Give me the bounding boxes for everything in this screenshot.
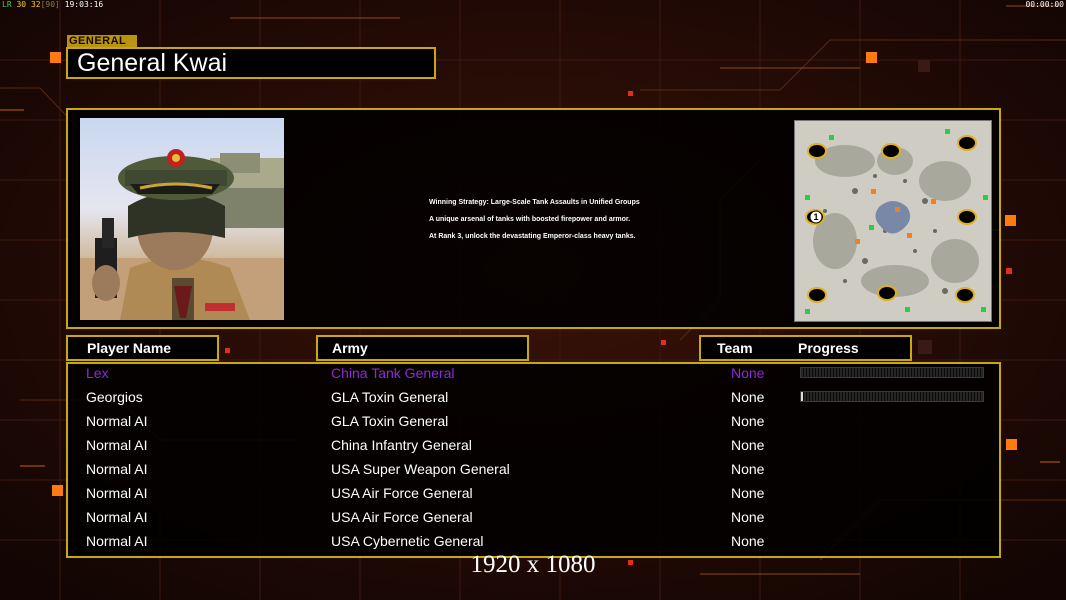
header-team-progress: Team Progress: [699, 335, 912, 361]
player-row[interactable]: Normal AI USA Air Force General None: [0, 505, 1066, 529]
player-team: None: [731, 389, 765, 405]
strategy-line: Winning Strategy: Large-Scale Tank Assau…: [429, 199, 640, 206]
player-name: Lex: [86, 365, 109, 381]
fps-counter: LR 30 32[90] 19:03:16: [2, 0, 103, 9]
header-army: Army: [316, 335, 529, 361]
player-army: USA Air Force General: [331, 485, 473, 501]
header-progress: Progress: [798, 340, 859, 356]
player-team: None: [731, 461, 765, 477]
player-team: None: [731, 533, 765, 549]
player-name: Normal AI: [86, 437, 148, 453]
player-army: GLA Toxin General: [331, 389, 449, 405]
fps-label: LR: [2, 0, 12, 9]
player-name: Normal AI: [86, 485, 148, 501]
start-position-marker[interactable]: 1: [811, 211, 821, 223]
player-army: USA Air Force General: [331, 509, 473, 525]
player-name: Normal AI: [86, 509, 148, 525]
frame-cap: [90]: [40, 0, 60, 9]
player-row[interactable]: Normal AI USA Cybernetic General None: [0, 529, 1066, 553]
header-player-name: Player Name: [66, 335, 219, 361]
progress-fill: [801, 392, 803, 401]
player-name: Georgios: [86, 389, 143, 405]
header-team: Team: [717, 340, 753, 356]
minimap-image: [795, 121, 991, 321]
player-row[interactable]: Normal AI USA Air Force General None: [0, 481, 1066, 505]
player-row[interactable]: Lex China Tank General None: [0, 361, 1066, 385]
player-team: None: [731, 485, 765, 501]
player-row[interactable]: Normal AI USA Super Weapon General None: [0, 457, 1066, 481]
frame-value: 32: [30, 0, 41, 9]
player-name: Normal AI: [86, 461, 148, 477]
fps-value: 30: [16, 0, 27, 9]
strategy-line: A unique arsenal of tanks with boosted f…: [429, 216, 631, 223]
resolution-label: 1920 x 1080: [470, 551, 596, 578]
general-name-title: General Kwai: [66, 47, 436, 79]
strategy-text: Winning Strategy: Large-Scale Tank Assau…: [429, 198, 759, 249]
game-timer: 00:00:00: [1025, 0, 1064, 9]
player-army: USA Cybernetic General: [331, 533, 484, 549]
clock-text: 19:03:16: [64, 0, 104, 9]
player-name: Normal AI: [86, 413, 148, 429]
map-preview[interactable]: 1: [794, 120, 992, 322]
player-team: None: [731, 365, 765, 381]
general-label: GENERAL: [67, 35, 137, 47]
player-army: USA Super Weapon General: [331, 461, 510, 477]
loading-progress-bar: [800, 367, 984, 378]
player-row[interactable]: Normal AI China Infantry General None: [0, 433, 1066, 457]
player-team: None: [731, 437, 765, 453]
player-team: None: [731, 509, 765, 525]
portrait-image: [80, 149, 284, 320]
strategy-line: At Rank 3, unlock the devastating Empero…: [429, 233, 636, 240]
player-row[interactable]: Georgios GLA Toxin General None: [0, 385, 1066, 409]
player-name: Normal AI: [86, 533, 148, 549]
player-row[interactable]: Normal AI GLA Toxin General None: [0, 409, 1066, 433]
player-team: None: [731, 413, 765, 429]
player-army: China Tank General: [331, 365, 455, 381]
loading-progress-bar: [800, 391, 984, 402]
player-army: China Infantry General: [331, 437, 472, 453]
player-army: GLA Toxin General: [331, 413, 449, 429]
general-portrait: [80, 118, 284, 320]
